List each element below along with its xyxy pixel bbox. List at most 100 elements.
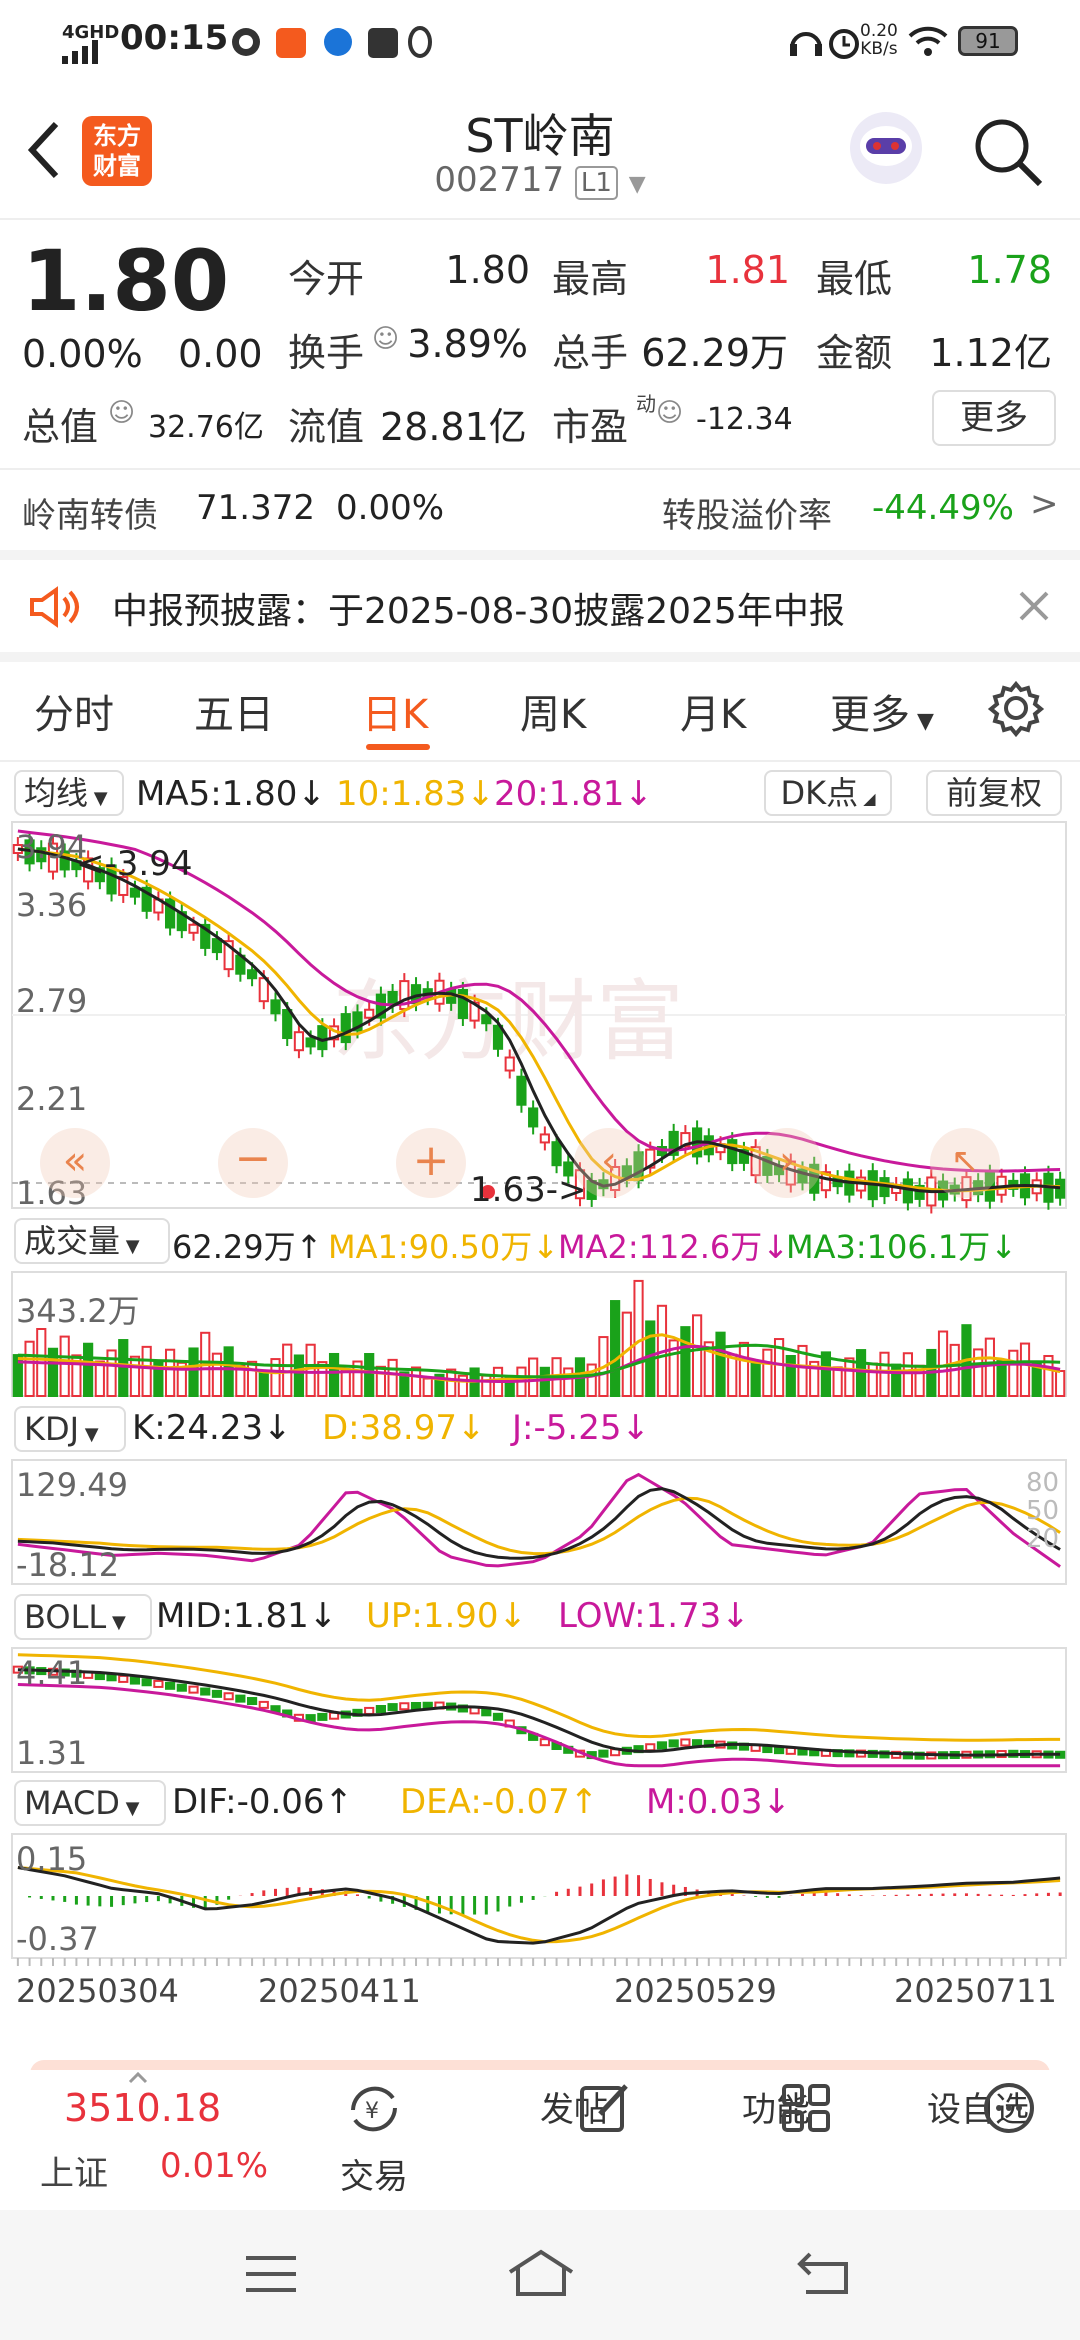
more-dots-icon <box>984 2083 1034 2133</box>
volume-selector[interactable]: 成交量 ▼ <box>14 1218 170 1264</box>
index-value[interactable]: 3510.18 <box>64 2086 221 2130</box>
volume-bar <box>1019 1342 1031 1397</box>
candle <box>364 1008 375 1019</box>
dk-point-button[interactable]: DK点 ◢ <box>764 770 892 816</box>
chevron-up-icon <box>128 2071 148 2084</box>
zoom-in-button[interactable]: + <box>396 1128 466 1198</box>
volume-bar <box>937 1330 949 1397</box>
boll-candle <box>598 1749 609 1758</box>
boll-candle <box>317 1712 328 1721</box>
boll-candle <box>258 1700 269 1709</box>
volume-bar <box>211 1352 223 1398</box>
tab-more[interactable]: 更多 ▼ <box>830 682 934 740</box>
info-icon[interactable]: ☺ <box>372 324 399 354</box>
convertible-bond-row[interactable]: 岭南转债 71.372 0.00% 转股溢价率 -44.49% > <box>0 470 1080 550</box>
mktcap-label: 总值 <box>22 405 99 449</box>
back-nav-icon[interactable] <box>796 2250 852 2296</box>
scroll-left-fast-button[interactable]: « <box>40 1128 110 1198</box>
pe-label: 市盈 <box>552 405 629 449</box>
zoom-out-button[interactable]: − <box>218 1128 288 1198</box>
volume-bar <box>364 1353 375 1397</box>
info-icon[interactable]: ☺ <box>656 398 683 428</box>
amount-label: 金额 <box>816 331 893 375</box>
high-marker: <-3.94 <box>76 844 193 884</box>
volume-bar <box>879 1351 890 1397</box>
scroll-left-button[interactable]: ‹ <box>574 1128 644 1198</box>
more-button[interactable]: 更多 <box>932 390 1056 446</box>
volume-chart[interactable] <box>11 1271 1067 1398</box>
kdj-level-80: 80 <box>1026 1468 1060 1498</box>
candle <box>211 938 223 954</box>
stock-name: ST岭南 <box>465 109 615 163</box>
low-marker: 1.63-> <box>470 1170 587 1210</box>
nav-trade[interactable]: ¥ 交易 <box>314 2080 434 2198</box>
chevron-down-icon: ▼ <box>628 172 646 197</box>
date-label: 20250529 <box>614 1972 777 2010</box>
pe-value: -12.34 <box>696 402 793 437</box>
boll-candle <box>364 1706 375 1715</box>
grid-apps-icon <box>782 2084 830 2132</box>
nav-functions[interactable]: 功能 <box>716 2080 836 2132</box>
bond-price: 71.372 <box>196 488 315 528</box>
macd-selector[interactable]: MACD ▼ <box>14 1780 166 1826</box>
search-icon[interactable] <box>972 116 1046 190</box>
tab-five-day[interactable]: 五日 <box>194 682 274 740</box>
info-icon[interactable]: ☺ <box>108 398 135 428</box>
boll-selector[interactable]: BOLL ▼ <box>14 1594 152 1640</box>
volume-bar <box>481 1374 492 1397</box>
index-pct[interactable]: 0.01% <box>160 2146 268 2186</box>
expand-icon[interactable]: ↖ <box>930 1128 1000 1198</box>
ma-selector[interactable]: 均线 ▼ <box>14 770 124 816</box>
nav-post[interactable]: 发帖 <box>514 2080 634 2132</box>
tab-monthly-k[interactable]: 月K <box>680 682 746 740</box>
change-amount: 0.00 <box>178 332 263 376</box>
app-logo[interactable]: 东方 财富 <box>82 116 152 186</box>
fuquan-button[interactable]: 前复权 <box>926 770 1062 816</box>
active-tab-indicator <box>366 744 430 750</box>
boll-low-legend: LOW:1.73↓ <box>558 1596 750 1636</box>
boll-candle <box>223 1692 234 1701</box>
menu-icon[interactable] <box>244 2254 298 2294</box>
vol-ma2-legend: MA2:112.6万↓ <box>558 1228 790 1266</box>
macd-chart[interactable] <box>11 1833 1067 1959</box>
volume-bar <box>785 1354 796 1397</box>
candle <box>282 1009 293 1040</box>
kdj-axis-max: 129.49 <box>16 1466 128 1504</box>
settings-gear-icon[interactable] <box>987 680 1045 738</box>
status-bar: 4GHD 00:15 0.20 KB/s 91 <box>0 0 1080 80</box>
volume-bar <box>129 1355 141 1397</box>
tab-weekly-k[interactable]: 周K <box>520 682 586 740</box>
robot-assistant-icon[interactable] <box>846 108 926 188</box>
yuan-exchange-icon: ¥ <box>351 2086 397 2132</box>
open-value: 1.80 <box>445 248 530 292</box>
volume-bar <box>165 1348 176 1397</box>
volume-bar <box>738 1341 750 1397</box>
nav-add-watchlist[interactable]: 设自选 <box>918 2080 1038 2133</box>
back-icon[interactable] <box>24 120 64 180</box>
stock-code-row[interactable]: 002717 L1 ▼ <box>340 160 740 200</box>
boll-candle <box>235 1694 246 1703</box>
tab-timeshare[interactable]: 分时 <box>34 682 114 740</box>
last-price: 1.80 <box>22 232 230 330</box>
tab-daily-k[interactable]: 日K <box>362 682 428 740</box>
macd-dif-legend: DIF:-0.06↑ <box>172 1782 354 1822</box>
scroll-right-button[interactable]: › <box>752 1128 822 1198</box>
boll-chart[interactable] <box>11 1647 1067 1773</box>
index-name[interactable]: 上证 <box>40 2146 108 2195</box>
notice-banner[interactable]: 中报预披露：于2025-08-30披露2025年中报 <box>0 560 1080 652</box>
kdj-chart[interactable] <box>11 1459 1067 1585</box>
bond-name: 岭南转债 <box>22 496 158 536</box>
volume-bar <box>422 1377 433 1398</box>
home-icon[interactable] <box>506 2248 576 2298</box>
edit-icon <box>580 2084 628 2132</box>
kdj-level-50: 50 <box>1026 1496 1060 1526</box>
volume-bar <box>715 1331 726 1397</box>
price-axis-label: 2.79 <box>16 982 88 1020</box>
premium-value: -44.49% <box>872 488 1014 528</box>
kdj-selector[interactable]: KDJ ▼ <box>14 1406 126 1452</box>
volume-bar <box>141 1345 152 1397</box>
close-icon[interactable] <box>1018 590 1050 622</box>
boll-candle <box>129 1676 141 1685</box>
boll-candle <box>375 1705 386 1714</box>
volume-bar <box>832 1366 843 1397</box>
